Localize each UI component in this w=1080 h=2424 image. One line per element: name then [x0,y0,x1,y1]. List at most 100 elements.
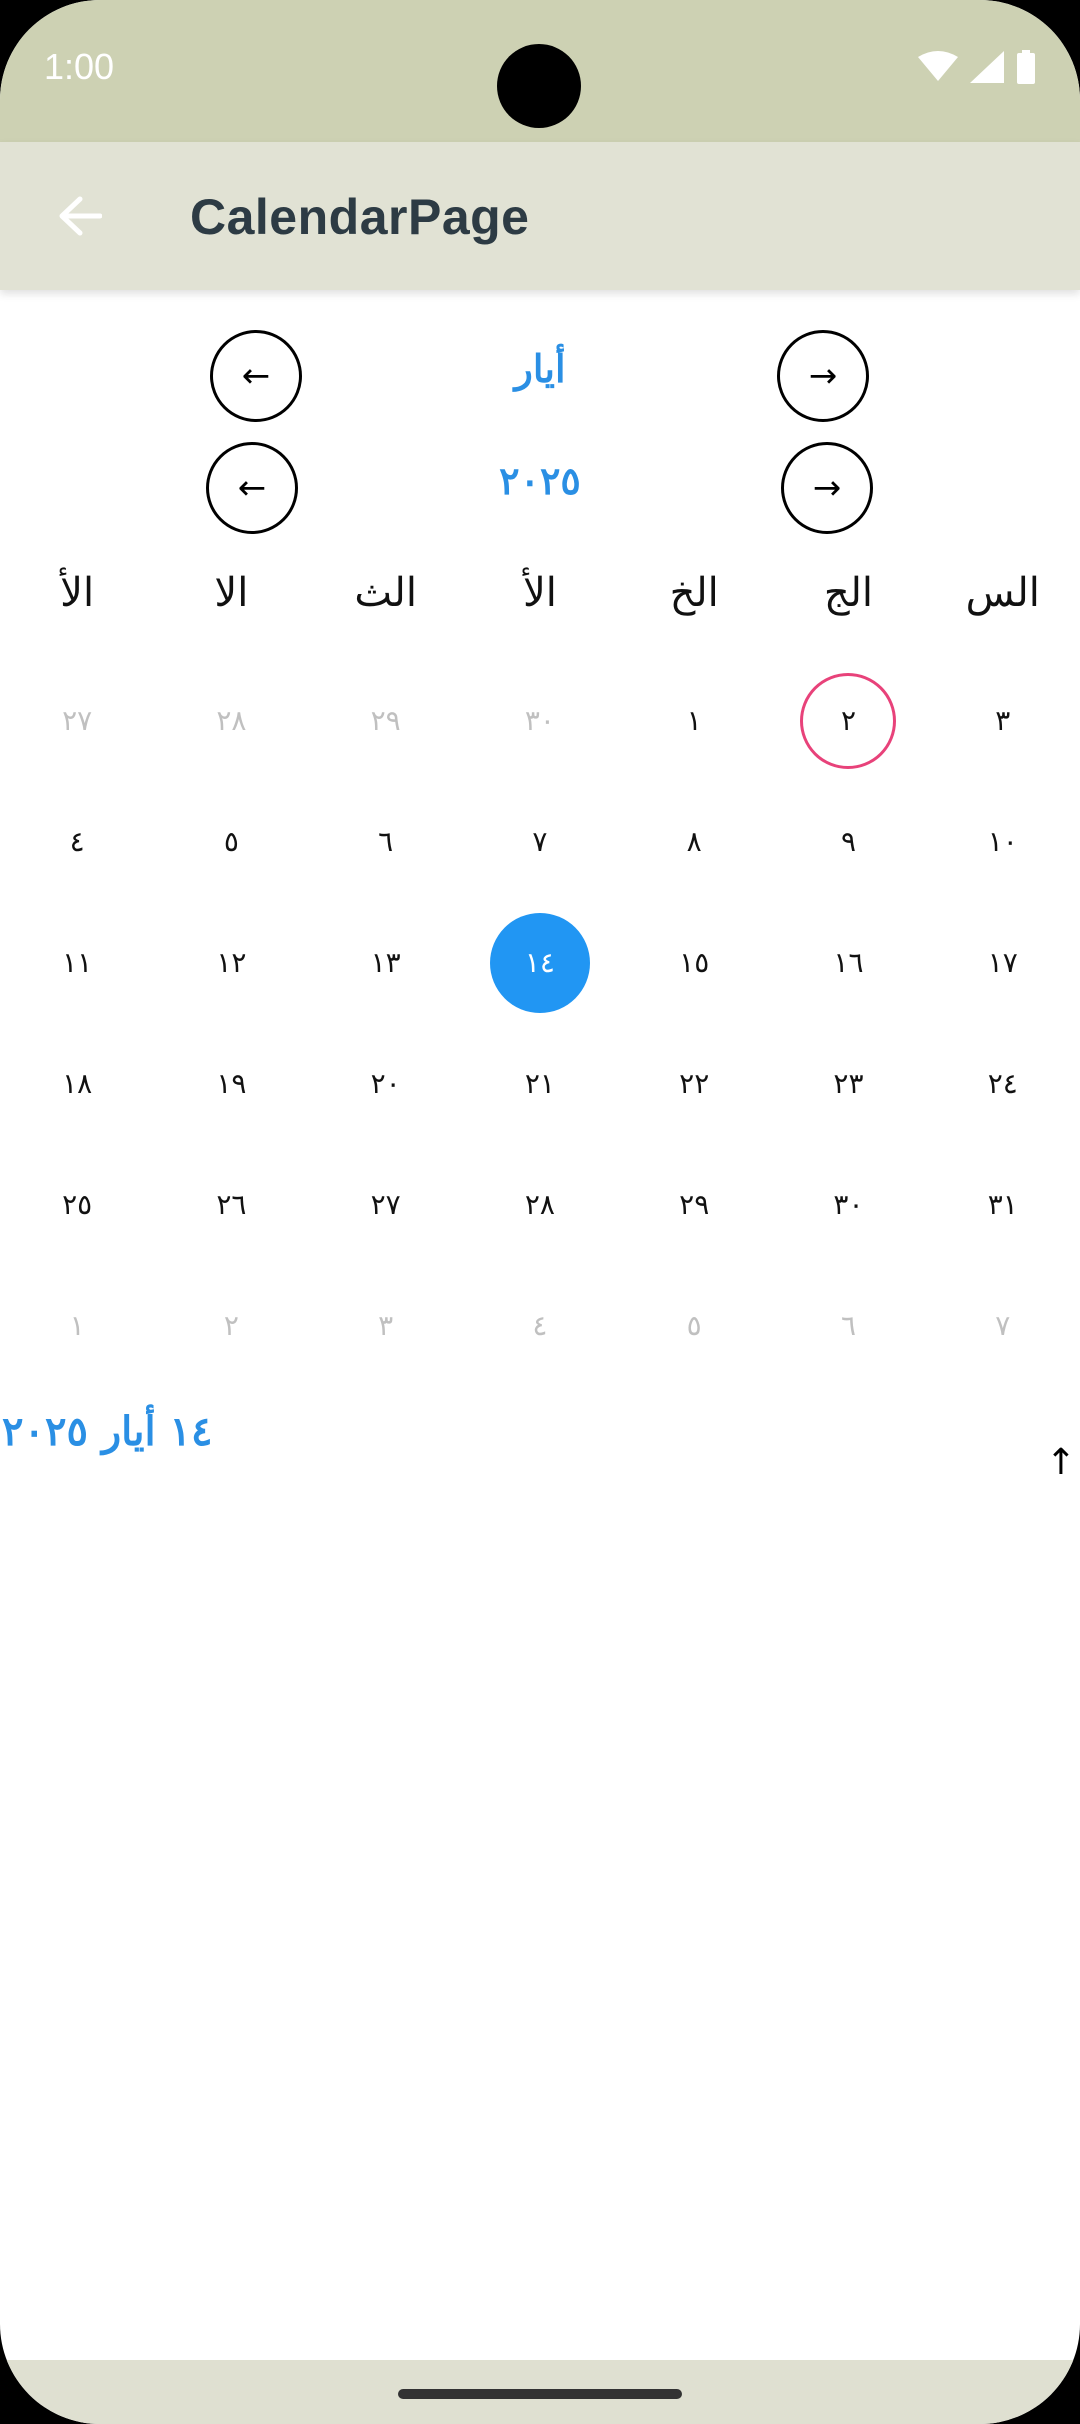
day-number: ٧ [995,1309,1011,1342]
day-number: ٤ [532,1309,548,1342]
day-cell[interactable]: ٣٠ [463,660,617,781]
day-cell[interactable]: ٣ [309,1265,463,1386]
day-number: ٢ [840,704,856,737]
day-cell[interactable]: ٢٨ [154,660,308,781]
day-number: ٦ [840,1309,856,1342]
day-cell[interactable]: ٢٦ [154,1144,308,1265]
day-cell[interactable]: ٢٧ [0,660,154,781]
page-title: CalendarPage [190,189,530,245]
day-number: ٢٧ [370,1188,401,1221]
day-number: ١ [686,704,702,737]
day-number: ٢٨ [216,704,247,737]
day-number: ٣٠ [524,704,555,737]
day-cell[interactable]: ٢٢ [617,1023,771,1144]
status-icons [918,50,1036,84]
day-number: ١٣ [370,946,401,979]
day-cell[interactable]: ٦ [771,1265,925,1386]
day-cell[interactable]: ١٨ [0,1023,154,1144]
day-number: ١٠ [987,825,1018,858]
day-number: ٤ [69,825,85,858]
day-number: ٨ [686,825,702,858]
prev-year-button[interactable]: ← [206,442,298,534]
day-number: ٢٧ [62,704,93,737]
weekday-label: الخ [669,570,719,616]
arrow-left-icon: ← [237,468,267,508]
status-bar: 1:00 [0,0,1080,142]
weekday-label: الث [354,570,417,616]
day-number: ٢٨ [524,1188,555,1221]
day-cell[interactable]: ٨ [617,781,771,902]
day-number: ٥ [223,825,239,858]
month-label: أيار [514,346,566,391]
day-cell[interactable]: ١٦ [771,902,925,1023]
calendar-week-row: ٢٧ ٢٨ ٢٩ ٣٠ ١ ٢ ٣ [0,660,1080,781]
day-number: ٢٩ [370,704,401,737]
day-cell[interactable]: ١٠ [926,781,1080,902]
day-cell[interactable]: ٥ [154,781,308,902]
day-cell[interactable]: ٦ [309,781,463,902]
arrow-left-icon: ← [241,356,271,396]
day-number: ٦ [378,825,394,858]
app-bar: CalendarPage [0,142,1080,290]
prev-month-button[interactable]: ← [210,330,302,422]
home-indicator[interactable] [398,2389,682,2399]
arrow-back-icon [59,196,102,236]
day-cell[interactable]: ١٧ [926,902,1080,1023]
day-cell[interactable]: ٢٣ [771,1023,925,1144]
day-number: ٢١ [524,1067,555,1100]
calendar-week-row: ١١ ١٢ ١٣ ١٤ ١٥ ١٦ ١٧ [0,902,1080,1023]
day-cell[interactable]: ٥ [617,1265,771,1386]
day-cell[interactable]: ٩ [771,781,925,902]
day-cell[interactable]: ٢٧ [309,1144,463,1265]
day-cell[interactable]: ٣ [926,660,1080,781]
weekday-label: الأ [60,570,95,616]
day-number: ١٥ [679,946,710,979]
day-cell[interactable]: ٢٨ [463,1144,617,1265]
day-number: ١٤ [524,946,555,979]
day-cell[interactable]: ١٩ [154,1023,308,1144]
day-number: ٣١ [987,1188,1018,1221]
day-cell[interactable]: ٤ [463,1265,617,1386]
arrow-right-icon: → [808,356,838,396]
status-time: 1:00 [44,46,115,87]
day-number: ١١ [62,946,93,979]
calendar-week-row: ١ ٢ ٣ ٤ ٥ ٦ ٧ [0,1265,1080,1386]
day-cell[interactable]: ١١ [0,902,154,1023]
day-cell[interactable]: ١ [617,660,771,781]
day-number: ٢٥ [62,1188,93,1221]
day-number: ٣ [378,1309,394,1342]
day-cell-today[interactable]: ٢ [771,660,925,781]
day-cell[interactable]: ٣١ [926,1144,1080,1265]
day-cell[interactable]: ٢١ [463,1023,617,1144]
day-number: ٢٠ [370,1067,401,1100]
day-cell[interactable]: ٤ [0,781,154,902]
weekday-header: الأ الا الث الأ الخ الج الس [0,570,1080,616]
day-cell-selected[interactable]: ١٤ [463,902,617,1023]
back-button[interactable] [40,176,120,256]
day-number: ١٩ [216,1067,247,1100]
day-cell[interactable]: ٢ [154,1265,308,1386]
day-cell[interactable]: ١٣ [309,902,463,1023]
day-cell[interactable]: ٢٥ [0,1144,154,1265]
day-cell[interactable]: ١٢ [154,902,308,1023]
day-number: ١٦ [833,946,864,979]
day-cell[interactable]: ١٥ [617,902,771,1023]
day-cell[interactable]: ١ [0,1265,154,1386]
year-label: ٢٠٢٥ [499,458,581,503]
day-cell[interactable]: ٢٤ [926,1023,1080,1144]
weekday-label: الج [823,570,874,616]
camera-cutout [497,44,581,128]
day-cell[interactable]: ٢٩ [309,660,463,781]
next-month-button[interactable]: → [777,330,869,422]
day-cell[interactable]: ٧ [926,1265,1080,1386]
day-number: ١٢ [216,946,247,979]
weekday-label: الس [965,570,1040,616]
day-cell[interactable]: ٧ [463,781,617,902]
day-cell[interactable]: ٢٩ [617,1144,771,1265]
arrow-up-icon[interactable]: ↑ [1046,1442,1076,1483]
day-cell[interactable]: ٣٠ [771,1144,925,1265]
day-number: ٢٤ [987,1067,1018,1100]
day-number: ٢ [223,1309,239,1342]
day-cell[interactable]: ٢٠ [309,1023,463,1144]
next-year-button[interactable]: → [781,442,873,534]
